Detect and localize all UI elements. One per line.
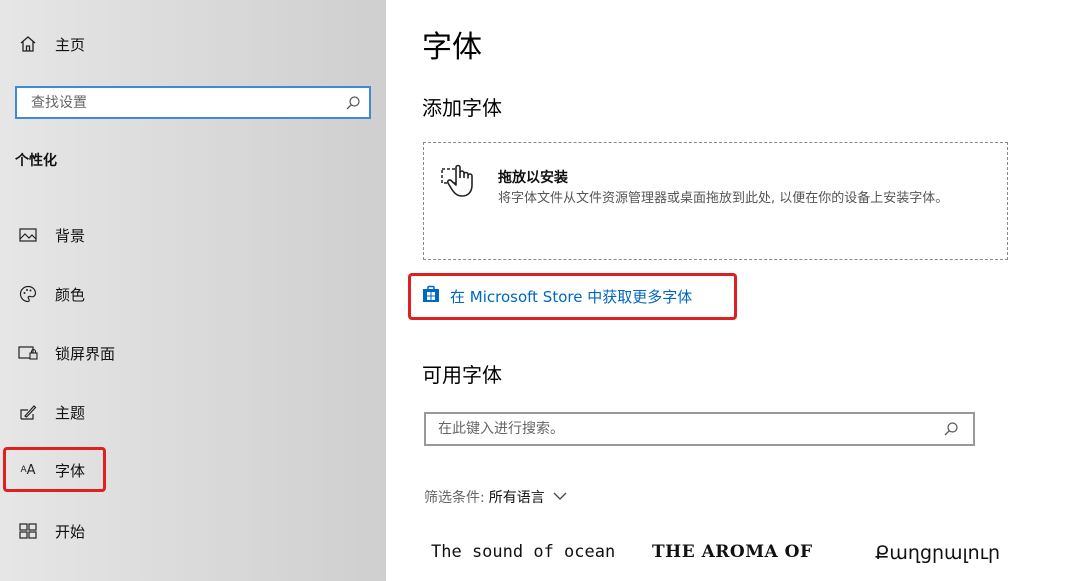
sidebar-item-label: 颜色 <box>55 285 86 304</box>
hand-drag-icon <box>440 163 480 207</box>
sidebar-item-background[interactable]: 背景 <box>0 213 386 257</box>
search-icon[interactable] <box>943 421 959 441</box>
sidebar: 主页 个性化 背景 颜色 锁屏界面 主题 AA 字体 <box>0 0 386 581</box>
font-preview-tile[interactable]: The sound of ocean <box>431 542 615 562</box>
sidebar-item-label: 主题 <box>55 403 86 422</box>
font-search-box[interactable] <box>424 412 975 446</box>
filter-value[interactable]: 所有语言 <box>489 487 545 507</box>
language-filter[interactable]: 筛选条件: 所有语言 <box>424 487 567 507</box>
sidebar-item-label: 主页 <box>55 35 86 54</box>
sidebar-item-home[interactable]: 主页 <box>0 22 386 66</box>
section-header: 个性化 <box>15 153 57 169</box>
font-search-input[interactable] <box>426 414 973 444</box>
drop-zone-description: 将字体文件从文件资源管理器或桌面拖放到此处, 以便在你的设备上安装字体。 <box>498 191 949 206</box>
chevron-down-icon[interactable] <box>553 489 567 505</box>
sidebar-item-themes[interactable]: 主题 <box>0 390 386 434</box>
start-grid-icon <box>18 521 38 541</box>
main-content: 字体 添加字体 拖放以安装 将字体文件从文件资源管理器或桌面拖放到此处, 以便在… <box>386 0 1080 581</box>
home-icon <box>18 34 38 54</box>
settings-search-box[interactable] <box>15 86 371 119</box>
font-drop-zone[interactable]: 拖放以安装 将字体文件从文件资源管理器或桌面拖放到此处, 以便在你的设备上安装字… <box>423 142 1008 260</box>
add-fonts-heading: 添加字体 <box>422 96 502 120</box>
settings-search-input[interactable] <box>17 88 369 117</box>
sidebar-item-lock-screen[interactable]: 锁屏界面 <box>0 331 386 375</box>
sidebar-item-colors[interactable]: 颜色 <box>0 272 386 316</box>
lock-screen-icon <box>18 343 38 363</box>
search-icon[interactable] <box>345 95 361 115</box>
image-icon <box>18 225 38 245</box>
sidebar-item-start[interactable]: 开始 <box>0 509 386 553</box>
sidebar-item-label: 开始 <box>55 522 86 541</box>
highlight-box-store-link <box>408 273 737 320</box>
filter-label: 筛选条件: <box>424 490 485 506</box>
available-fonts-heading: 可用字体 <box>422 363 502 387</box>
page-title: 字体 <box>422 30 482 65</box>
highlight-box-fonts <box>3 447 106 492</box>
drop-zone-title: 拖放以安装 <box>498 170 568 186</box>
theme-brush-icon <box>18 402 38 422</box>
sidebar-item-label: 锁屏界面 <box>55 344 116 363</box>
font-preview-tile[interactable]: Քաղցրալուր <box>875 542 1000 564</box>
palette-icon <box>18 284 38 304</box>
sidebar-item-label: 背景 <box>55 226 86 245</box>
font-preview-tile[interactable]: THE AROMA OF <box>652 542 813 562</box>
